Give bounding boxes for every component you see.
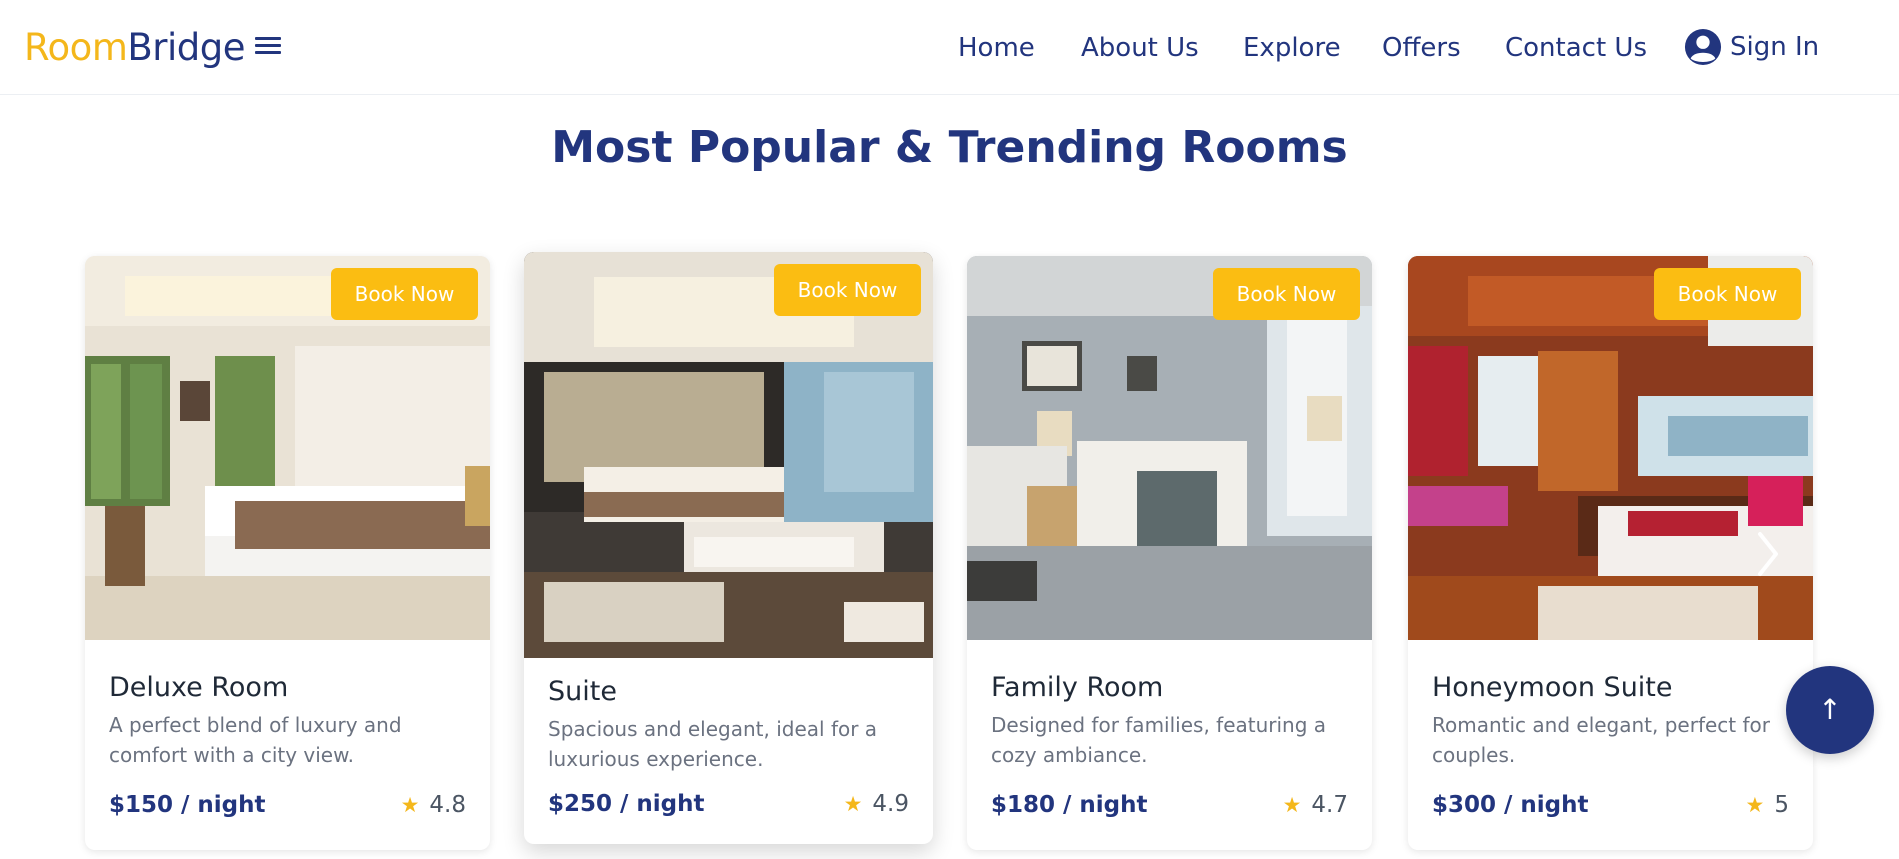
- room-name: Family Room: [991, 672, 1164, 703]
- brand-logo[interactable]: RoomBridge: [24, 26, 245, 70]
- sign-in-button[interactable]: Sign In: [1684, 27, 1819, 67]
- book-now-button[interactable]: Book Now: [774, 264, 921, 316]
- book-now-button[interactable]: Book Now: [331, 268, 478, 320]
- rating-value: 4.9: [872, 791, 909, 817]
- sign-in-label: Sign In: [1730, 32, 1820, 62]
- room-price: $150 / night: [109, 792, 266, 818]
- navbar: RoomBridge Home About Us Explore Offers …: [0, 0, 1899, 95]
- nav-link-explore[interactable]: Explore: [1243, 30, 1341, 66]
- rating-value: 4.7: [1311, 792, 1348, 818]
- star-icon: ★: [843, 792, 863, 816]
- brand-logo-part1: Room: [24, 26, 128, 69]
- room-card-deluxe[interactable]: Book Now Deluxe Room A perfect blend of …: [85, 256, 490, 850]
- room-card-family[interactable]: Book Now Family Room Designed for famili…: [967, 256, 1372, 850]
- book-now-button[interactable]: Book Now: [1654, 268, 1801, 320]
- room-card-body: Deluxe Room A perfect blend of luxury an…: [85, 640, 490, 850]
- nav-link-contact-us[interactable]: Contact Us: [1505, 30, 1647, 66]
- scroll-to-top-button[interactable]: ↑: [1786, 666, 1874, 754]
- book-now-button[interactable]: Book Now: [1213, 268, 1360, 320]
- nav-link-offers[interactable]: Offers: [1382, 30, 1461, 66]
- room-rating: ★ 4.8: [401, 789, 466, 821]
- arrow-up-icon: ↑: [1818, 693, 1842, 726]
- room-name: Suite: [548, 676, 617, 707]
- room-rating: ★ 4.9: [844, 788, 909, 820]
- room-price: $300 / night: [1432, 792, 1589, 818]
- rating-value: 5: [1774, 792, 1789, 818]
- hamburger-menu-icon[interactable]: [253, 34, 283, 58]
- room-card-honeymoon[interactable]: Book Now Honeymoon Suite Romantic and el…: [1408, 256, 1813, 850]
- star-icon: ★: [1282, 793, 1302, 817]
- room-card-body: Honeymoon Suite Romantic and elegant, pe…: [1408, 640, 1813, 850]
- room-description: Spacious and elegant, ideal for a luxuri…: [548, 717, 878, 771]
- room-rating: ★ 4.7: [1283, 789, 1348, 821]
- nav-link-about-us[interactable]: About Us: [1081, 30, 1199, 66]
- rating-value: 4.8: [429, 792, 466, 818]
- room-card-suite[interactable]: Book Now Suite Spacious and elegant, ide…: [524, 252, 933, 844]
- room-card-body: Family Room Designed for families, featu…: [967, 640, 1372, 850]
- room-name: Deluxe Room: [109, 672, 289, 703]
- room-description: Designed for families, featuring a cozy …: [991, 713, 1327, 767]
- room-description: A perfect blend of luxury and comfort wi…: [109, 713, 402, 767]
- room-price: $250 / night: [548, 791, 705, 817]
- nav-link-home[interactable]: Home: [958, 30, 1035, 66]
- chevron-right-icon[interactable]: [1748, 524, 1788, 584]
- room-card-body: Suite Spacious and elegant, ideal for a …: [524, 658, 933, 844]
- room-price: $180 / night: [991, 792, 1148, 818]
- star-icon: ★: [400, 793, 420, 817]
- room-description: Romantic and elegant, perfect for couple…: [1432, 713, 1770, 767]
- room-name: Honeymoon Suite: [1432, 672, 1673, 703]
- room-rating: ★ 5: [1746, 789, 1789, 821]
- star-icon: ★: [1745, 793, 1765, 817]
- user-circle-icon: [1684, 28, 1722, 66]
- brand-logo-part2: Bridge: [127, 26, 245, 69]
- section-title: Most Popular & Trending Rooms: [551, 122, 1348, 173]
